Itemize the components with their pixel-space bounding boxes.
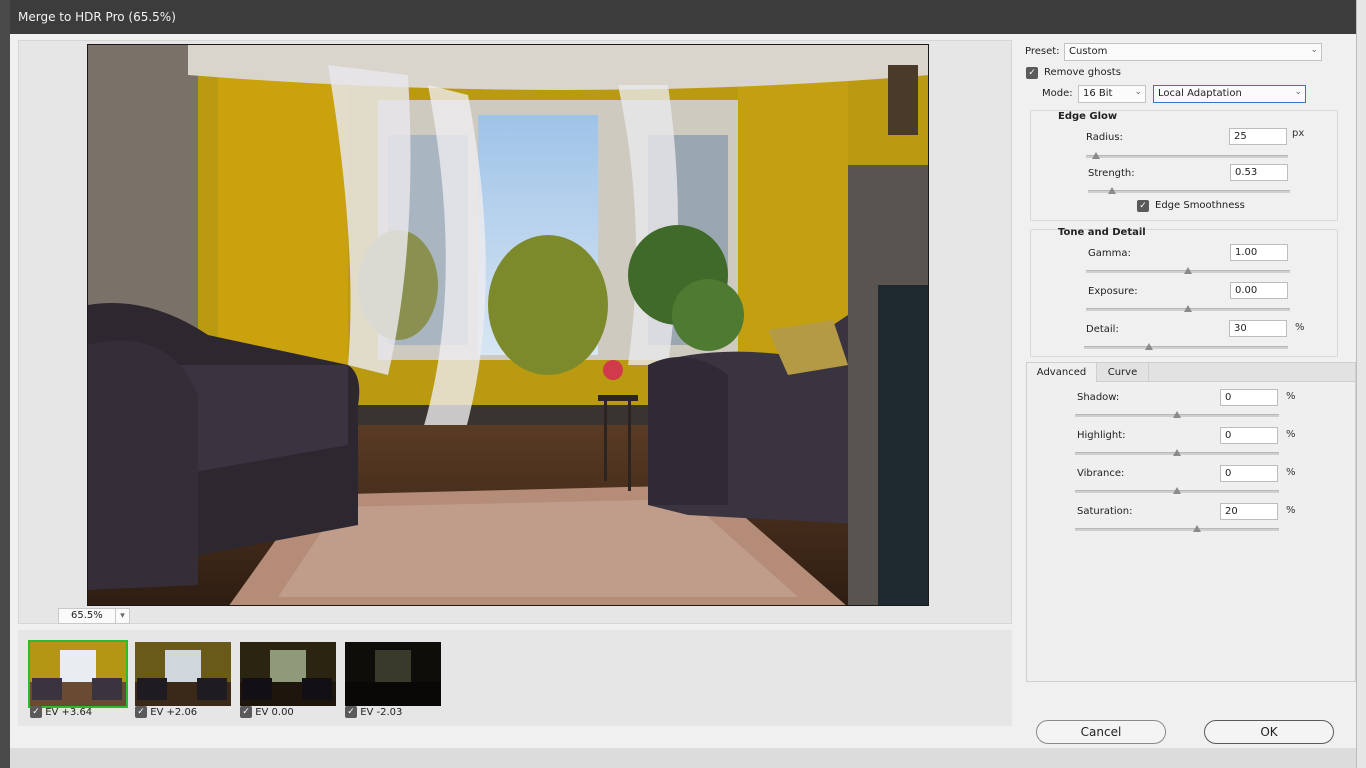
method-value: Local Adaptation xyxy=(1158,88,1242,99)
highlight-label: Highlight: xyxy=(1077,430,1126,441)
vibrance-slider-thumb[interactable] xyxy=(1173,487,1181,494)
advanced-curve-tabs: Advanced Curve Shadow: 0 % Highlight: 0 … xyxy=(1026,362,1356,682)
edge-glow-title: Edge Glow xyxy=(1058,111,1118,122)
bit-depth-select[interactable]: 16 Bit ⌄ xyxy=(1078,85,1146,103)
exposure-input[interactable]: 0.00 xyxy=(1230,282,1288,299)
thumbnail-image xyxy=(240,642,336,706)
strength-slider-thumb[interactable] xyxy=(1108,187,1117,194)
saturation-unit: % xyxy=(1286,505,1296,516)
detail-input[interactable]: 30 xyxy=(1229,320,1287,337)
preset-value: Custom xyxy=(1069,46,1108,57)
tab-strip-filler xyxy=(1149,363,1355,382)
vibrance-label: Vibrance: xyxy=(1077,468,1125,479)
exposure-label: Exposure: xyxy=(1088,286,1138,297)
background-app-right-edge xyxy=(1356,0,1366,768)
shadow-label: Shadow: xyxy=(1077,392,1120,403)
detail-slider-track[interactable] xyxy=(1084,346,1288,349)
thumbnail-label-3: ✓ EV 0.00 xyxy=(240,706,294,722)
chevron-down-icon: ⌄ xyxy=(1294,87,1302,97)
detail-slider-thumb[interactable] xyxy=(1145,343,1154,350)
saturation-input[interactable]: 20 xyxy=(1220,503,1278,520)
detail-unit: % xyxy=(1295,322,1305,333)
shadow-unit: % xyxy=(1286,391,1296,402)
ok-button[interactable]: OK xyxy=(1204,720,1334,744)
radius-slider-track[interactable] xyxy=(1086,155,1288,158)
remove-ghosts-label: Remove ghosts xyxy=(1044,67,1121,78)
gamma-slider-thumb[interactable] xyxy=(1184,267,1192,274)
background-app-bottom-strip xyxy=(10,748,1356,768)
remove-ghosts-checkbox[interactable]: ✓ xyxy=(1026,67,1038,79)
edge-smoothness-label: Edge Smoothness xyxy=(1155,200,1245,211)
vibrance-input[interactable]: 0 xyxy=(1220,465,1278,482)
gamma-input[interactable]: 1.00 xyxy=(1230,244,1288,261)
exposure-slider-thumb[interactable] xyxy=(1184,305,1192,312)
tone-detail-title: Tone and Detail xyxy=(1058,227,1146,238)
cancel-button[interactable]: Cancel xyxy=(1036,720,1166,744)
hdr-preview-image[interactable] xyxy=(87,44,929,606)
tab-curve[interactable]: Curve xyxy=(1097,363,1149,382)
thumbnail-ev-0-00[interactable] xyxy=(240,642,336,706)
thumbnail-label-1: ✓ EV +3.64 xyxy=(30,706,92,722)
ev-label: EV -2.03 xyxy=(360,707,403,718)
thumbnail-label-4: ✓ EV -2.03 xyxy=(345,706,402,722)
checkbox-include-1[interactable]: ✓ xyxy=(30,706,42,718)
radius-unit: px xyxy=(1292,128,1305,139)
saturation-slider-thumb[interactable] xyxy=(1193,525,1202,532)
ev-label: EV +3.64 xyxy=(45,707,93,718)
highlight-slider-thumb[interactable] xyxy=(1173,449,1181,456)
saturation-label: Saturation: xyxy=(1077,506,1133,517)
radius-label: Radius: xyxy=(1086,132,1123,143)
preset-label: Preset: xyxy=(1025,46,1060,57)
thumbnail-ev-minus-2-03[interactable] xyxy=(345,642,441,706)
radius-input[interactable]: 25 xyxy=(1229,128,1287,145)
thumbnail-image xyxy=(345,642,441,706)
room-photo-illustration xyxy=(88,45,928,605)
shadow-input[interactable]: 0 xyxy=(1220,389,1278,406)
merge-to-hdr-dialog: Merge to HDR Pro (65.5%) 65.5% ▾ ✓ EV +3… xyxy=(10,0,1356,748)
zoom-select[interactable]: 65.5% ▾ xyxy=(58,608,130,624)
preview-area xyxy=(18,40,1012,624)
background-app-left-edge xyxy=(0,0,10,768)
saturation-slider-track[interactable] xyxy=(1075,528,1279,531)
ev-label: EV 0.00 xyxy=(255,707,294,718)
chevron-down-icon: ⌄ xyxy=(1310,45,1318,55)
strength-input[interactable]: 0.53 xyxy=(1230,164,1288,181)
tone-detail-group xyxy=(1030,229,1338,357)
zoom-value: 65.5% xyxy=(71,610,103,621)
radius-slider-thumb[interactable] xyxy=(1092,152,1101,159)
thumbnail-image xyxy=(30,642,126,706)
thumbnail-label-2: ✓ EV +2.06 xyxy=(135,706,197,722)
detail-label: Detail: xyxy=(1086,324,1119,335)
chevron-down-icon: ⌄ xyxy=(1134,87,1142,97)
ev-label: EV +2.06 xyxy=(150,707,198,718)
highlight-input[interactable]: 0 xyxy=(1220,427,1278,444)
checkbox-include-2[interactable]: ✓ xyxy=(135,706,147,718)
preset-select[interactable]: Custom ⌄ xyxy=(1064,43,1322,61)
thumbnail-image xyxy=(135,642,231,706)
method-select[interactable]: Local Adaptation ⌄ xyxy=(1153,85,1306,103)
strength-label: Strength: xyxy=(1088,168,1135,179)
mode-label: Mode: xyxy=(1042,88,1073,99)
gamma-label: Gamma: xyxy=(1088,248,1131,259)
strength-slider-track[interactable] xyxy=(1088,190,1290,193)
chevron-down-icon: ▾ xyxy=(115,609,129,623)
checkbox-include-4[interactable]: ✓ xyxy=(345,706,357,718)
vibrance-unit: % xyxy=(1286,467,1296,478)
thumbnail-ev-plus-2-06[interactable] xyxy=(135,642,231,706)
tab-advanced[interactable]: Advanced xyxy=(1027,363,1097,382)
checkbox-include-3[interactable]: ✓ xyxy=(240,706,252,718)
dialog-titlebar: Merge to HDR Pro (65.5%) xyxy=(10,0,1356,34)
highlight-unit: % xyxy=(1286,429,1296,440)
bit-depth-value: 16 Bit xyxy=(1083,88,1113,99)
thumbnail-ev-plus-3-64[interactable] xyxy=(28,640,128,708)
dialog-title: Merge to HDR Pro (65.5%) xyxy=(18,10,176,24)
shadow-slider-thumb[interactable] xyxy=(1173,411,1181,418)
edge-smoothness-checkbox[interactable]: ✓ xyxy=(1137,200,1149,212)
